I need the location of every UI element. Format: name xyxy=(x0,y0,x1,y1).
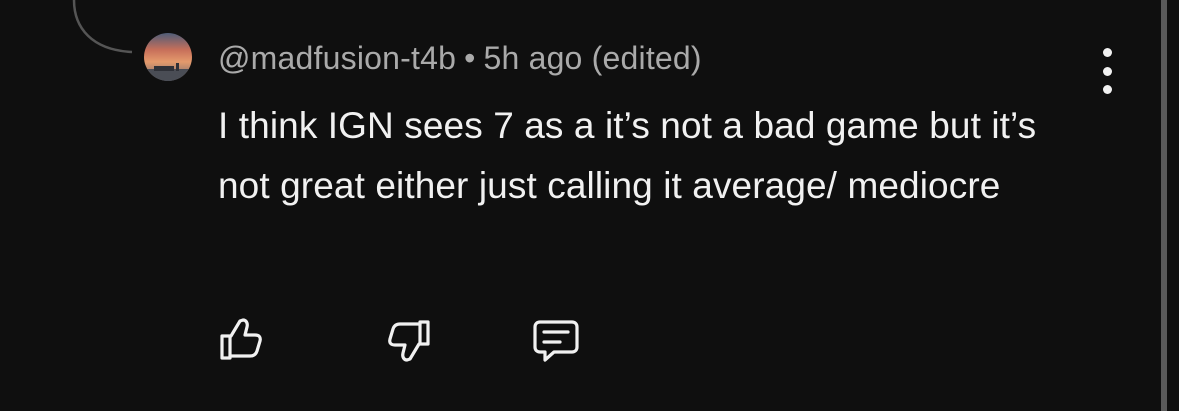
author-handle[interactable]: @madfusion-t4b xyxy=(218,40,456,76)
thumbs-up-icon xyxy=(220,318,262,360)
comment-timestamp[interactable]: 5h ago xyxy=(483,40,582,76)
more-vertical-icon-dot xyxy=(1102,85,1112,94)
avatar[interactable] xyxy=(144,33,192,81)
reply-thread-line xyxy=(72,0,133,54)
more-vertical-icon-dot xyxy=(1102,66,1112,76)
comment-actions xyxy=(0,310,700,370)
header-separator: • xyxy=(464,40,476,76)
thumbs-down-icon xyxy=(388,320,430,362)
reply-comment-icon xyxy=(533,320,579,362)
reply-button[interactable] xyxy=(526,310,586,370)
scrollbar[interactable] xyxy=(1161,0,1179,411)
comment-text: I think IGN sees 7 as a it’s not a bad g… xyxy=(218,105,1037,206)
edited-label: (edited) xyxy=(591,40,702,76)
avatar-image xyxy=(144,33,192,81)
like-button[interactable] xyxy=(210,310,270,370)
more-vertical-icon xyxy=(1102,48,1112,57)
more-options-button[interactable] xyxy=(1092,48,1122,94)
comment-header: @madfusion-t4b • 5h ago (edited) xyxy=(218,38,702,78)
dislike-button[interactable] xyxy=(380,310,440,370)
